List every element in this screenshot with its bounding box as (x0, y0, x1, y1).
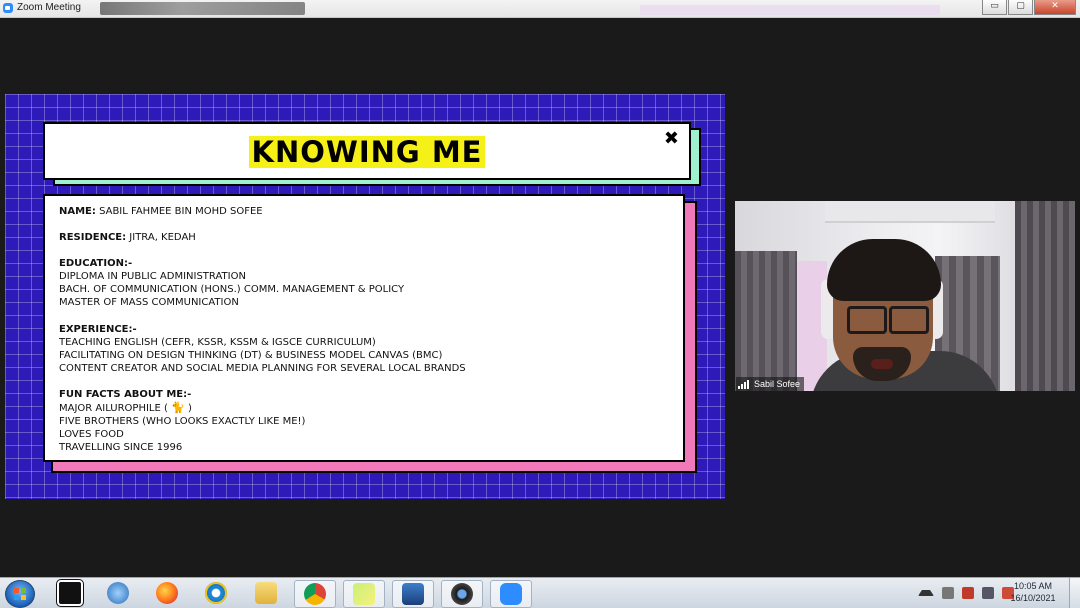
education-label: EDUCATION:- (59, 258, 133, 270)
funfact-item: FIVE BROTHERS (WHO LOOKS EXACTLY LIKE ME… (59, 416, 306, 428)
window-title: Zoom Meeting (17, 2, 81, 13)
camera-app-icon[interactable] (441, 580, 483, 608)
window-titlebar: Zoom Meeting ▭ ▢ ✕ (0, 0, 1080, 18)
file-explorer-icon[interactable] (246, 580, 286, 606)
education-item: MASTER OF MASS COMMUNICATION (59, 297, 239, 309)
funfact-item: TRAVELLING SINCE 1996 (59, 442, 183, 454)
residence-value: JITRA, KEDAH (126, 232, 196, 244)
education-item: BACH. OF COMMUNICATION (HONS.) COMM. MAN… (59, 284, 405, 296)
participant-video[interactable]: Sabil Sofee (735, 201, 1075, 391)
curtain-far-right (1015, 201, 1075, 391)
sticky-notes-icon[interactable] (343, 580, 385, 608)
name-line: NAME: SABIL FAHMEE BIN MOHD SOFEE (59, 205, 669, 218)
zoom-app-icon (3, 3, 13, 13)
volume-icon[interactable] (942, 587, 954, 599)
funfacts-label: FUN FACTS ABOUT ME:- (59, 388, 192, 400)
curtain-left (735, 251, 797, 391)
glasses (843, 306, 929, 334)
content-card: NAME: SABIL FAHMEE BIN MOHD SOFEE RESIDE… (43, 194, 685, 462)
name-label: NAME: (59, 206, 96, 217)
participant-name-tag: Sabil Sofee (736, 377, 805, 391)
residence-label: RESIDENCE: (59, 232, 127, 244)
blurred-tab (100, 2, 305, 15)
experience-item: TEACHING ENGLISH (CEFR, KSSR, KSSM & IGS… (59, 336, 376, 348)
zoom-taskbar-icon[interactable] (490, 580, 532, 608)
signal-bars-icon (738, 379, 750, 389)
clock-time: 10:05 AM (1013, 581, 1053, 591)
firefox-icon[interactable] (147, 580, 187, 606)
funfact-item: LOVES FOOD (59, 429, 124, 441)
minimize-button[interactable]: ▭ (982, 0, 1007, 15)
windows-taskbar: 10:05 AM 16/10/2021 (0, 577, 1080, 608)
residence-line: RESIDENCE: JITRA, KEDAH (59, 231, 669, 244)
experience-item: FACILITATING ON DESIGN THINKING (DT) & B… (59, 349, 443, 361)
chrome-icon[interactable] (294, 580, 336, 608)
show-desktop-button[interactable] (1069, 578, 1080, 608)
clock-date: 16/10/2021 (1010, 593, 1056, 603)
title-card: KNOWING ME ✖ (43, 122, 691, 180)
blurred-region (640, 5, 940, 15)
tray-expand-icon[interactable] (918, 590, 934, 596)
experience-label: EXPERIENCE:- (59, 323, 137, 335)
start-button[interactable] (5, 580, 35, 608)
taskbar-network-app-icon[interactable] (98, 580, 138, 606)
close-x-icon: ✖ (663, 128, 679, 149)
slide-title: KNOWING ME (249, 135, 485, 169)
participant-name: Sabil Sofee (754, 379, 801, 389)
taskbar-clock[interactable]: 10:05 AM 16/10/2021 (1004, 580, 1062, 604)
mouth (871, 359, 893, 369)
name-value: SABIL FAHMEE BIN MOHD SOFEE (95, 206, 263, 217)
cat-icon: 🐈 (171, 401, 185, 415)
network-icon[interactable] (982, 587, 994, 599)
remote-desktop-icon[interactable] (392, 580, 434, 608)
window-controls: ▭ ▢ ✕ (981, 0, 1076, 15)
experience-item: CONTENT CREATOR AND SOCIAL MEDIA PLANNIN… (59, 362, 466, 374)
taskbar-app-d-icon[interactable] (50, 580, 90, 606)
maximize-button[interactable]: ▢ (1008, 0, 1033, 15)
tray-app-icon[interactable] (962, 587, 974, 599)
education-item: DIPLOMA IN PUBLIC ADMINISTRATION (59, 271, 246, 283)
close-button[interactable]: ✕ (1034, 0, 1076, 15)
participant-hair (827, 239, 941, 301)
funfact-item: MAJOR AILUROPHILE ( 🐈 ) (59, 401, 192, 415)
shared-screen-slide: KNOWING ME ✖ NAME: SABIL FAHMEE BIN MOHD… (5, 94, 725, 499)
internet-explorer-icon[interactable] (196, 580, 236, 606)
